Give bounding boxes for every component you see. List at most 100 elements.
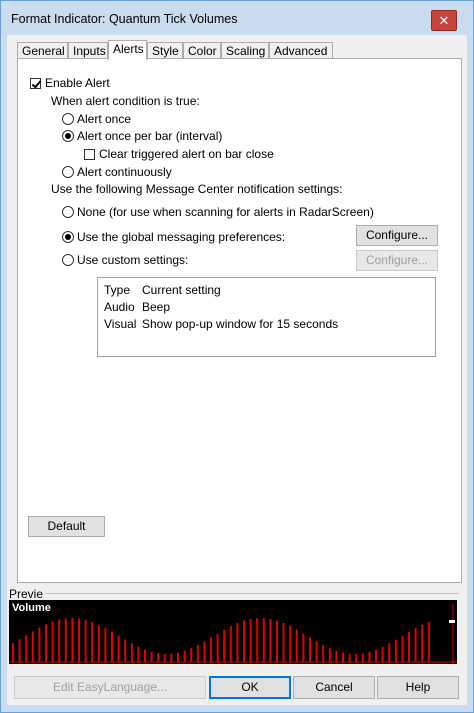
tab-alerts[interactable]: Alerts: [108, 40, 147, 60]
custom-settings-radio[interactable]: Use custom settings:: [62, 253, 188, 267]
volume-bar: [84, 619, 87, 662]
volume-bar: [342, 652, 344, 662]
volume-bar: [51, 621, 54, 662]
volume-bar: [71, 618, 74, 662]
tab-style[interactable]: Style: [147, 42, 183, 59]
tab-color[interactable]: Color: [183, 42, 221, 59]
settings-header-value: Current setting: [142, 283, 221, 297]
volume-bar: [144, 649, 146, 662]
checkbox-box[interactable]: [84, 148, 95, 160]
radio-circle[interactable]: [62, 206, 74, 218]
volume-bar: [427, 622, 430, 662]
volume-bar: [91, 621, 94, 662]
volume-bar: [111, 631, 113, 662]
volume-bar: [414, 628, 417, 662]
checkbox-box[interactable]: [30, 77, 41, 89]
volume-bar: [157, 653, 160, 662]
close-button[interactable]: ✕: [431, 10, 457, 31]
volume-bar: [328, 648, 331, 662]
window-title: Format Indicator: Quantum Tick Volumes: [11, 12, 238, 26]
settings-header-row: Type Current setting: [104, 283, 221, 297]
alert-once-per-bar-radio[interactable]: Alert once per bar (interval): [62, 129, 222, 143]
preview-group: Previe Volume: [7, 587, 467, 667]
configure-custom-button[interactable]: Configure...: [356, 250, 438, 271]
volume-bar: [25, 635, 28, 662]
radio-circle[interactable]: [62, 113, 74, 125]
settings-row-value: Beep: [142, 300, 171, 314]
none-option-radio[interactable]: None (for use when scanning for alerts i…: [62, 205, 374, 219]
volume-bar: [375, 649, 377, 662]
alert-once-label: Alert once: [77, 112, 132, 126]
alerts-panel: Enable Alert When alert condition is tru…: [17, 58, 462, 583]
clear-triggered-checkbox[interactable]: Clear triggered alert on bar close: [84, 147, 274, 161]
last-value-marker: [449, 620, 455, 623]
volume-bar: [163, 654, 166, 662]
preview-chart: Volume: [9, 600, 457, 664]
volume-bar: [203, 641, 206, 662]
volume-bar: [315, 641, 318, 662]
preview-label: Previe: [9, 587, 44, 601]
volume-bar: [401, 635, 404, 662]
volume-bar: [295, 629, 298, 662]
alert-continuously-radio[interactable]: Alert continuously: [62, 165, 172, 179]
help-button[interactable]: Help: [377, 676, 459, 699]
volume-bar: [322, 644, 325, 662]
global-preferences-label: Use the global messaging preferences:: [77, 230, 286, 244]
radio-circle[interactable]: [62, 130, 74, 142]
condition-heading: When alert condition is true:: [51, 94, 200, 108]
configure-global-button[interactable]: Configure...: [356, 225, 438, 246]
settings-row-key: Visual: [104, 317, 137, 331]
radio-circle[interactable]: [62, 166, 74, 178]
radio-circle[interactable]: [62, 231, 74, 243]
volume-bar: [45, 624, 47, 662]
volume-bar: [190, 648, 193, 662]
edit-easylanguage-button[interactable]: Edit EasyLanguage...: [14, 676, 206, 699]
enable-alert-checkbox[interactable]: Enable Alert: [30, 76, 110, 90]
close-icon: ✕: [438, 13, 450, 28]
tab-general[interactable]: General: [17, 42, 68, 59]
volume-bar: [78, 618, 80, 662]
volume-bar: [97, 624, 100, 662]
volume-bar: [130, 643, 133, 662]
volume-bar: [282, 623, 285, 662]
settings-row-value: Show pop-up window for 15 seconds: [142, 317, 339, 331]
volume-bar: [269, 618, 272, 662]
current-settings-table: Type Current setting Audio Beep Visual S…: [97, 277, 436, 357]
volume-bar: [243, 620, 245, 662]
message-center-heading: Use the following Message Center notific…: [51, 182, 343, 196]
default-button[interactable]: Default: [28, 516, 105, 537]
volume-bar: [38, 627, 41, 662]
volume-bar: [249, 619, 252, 662]
radio-circle[interactable]: [62, 254, 74, 266]
volume-bar: [177, 652, 179, 662]
alert-once-per-bar-label: Alert once per bar (interval): [77, 129, 223, 143]
volume-bar: [150, 651, 153, 662]
volume-bar: [361, 653, 364, 662]
tab-scaling[interactable]: Scaling: [221, 42, 269, 59]
settings-row-audio: Audio Beep: [104, 300, 170, 314]
volume-bar: [124, 639, 127, 662]
volume-bar: [381, 646, 384, 662]
title-bar: Format Indicator: Quantum Tick Volumes ✕: [1, 1, 473, 35]
volume-bar: [368, 651, 371, 662]
volume-bar: [104, 628, 107, 662]
settings-row-key: Audio: [104, 300, 135, 314]
tab-inputs[interactable]: Inputs: [68, 42, 108, 59]
volume-bar: [388, 643, 391, 662]
volume-bar: [117, 635, 120, 662]
ok-button[interactable]: OK: [209, 676, 291, 699]
message-center-heading-text: Use the following Message Center notific…: [51, 182, 343, 196]
volume-bar: [58, 619, 61, 662]
enable-alert-label: Enable Alert: [45, 76, 110, 90]
preview-group-border: [45, 593, 459, 594]
volume-bar: [236, 623, 239, 662]
volume-bar: [289, 626, 292, 662]
format-indicator-dialog: Format Indicator: Quantum Tick Volumes ✕…: [0, 0, 474, 713]
cancel-button[interactable]: Cancel: [293, 676, 375, 699]
volume-bar: [196, 645, 199, 662]
tab-advanced[interactable]: Advanced: [269, 42, 333, 59]
alert-once-radio[interactable]: Alert once: [62, 112, 131, 126]
global-preferences-radio[interactable]: Use the global messaging preferences:: [62, 230, 285, 244]
volume-bar: [309, 637, 311, 662]
volume-bar: [183, 650, 186, 662]
